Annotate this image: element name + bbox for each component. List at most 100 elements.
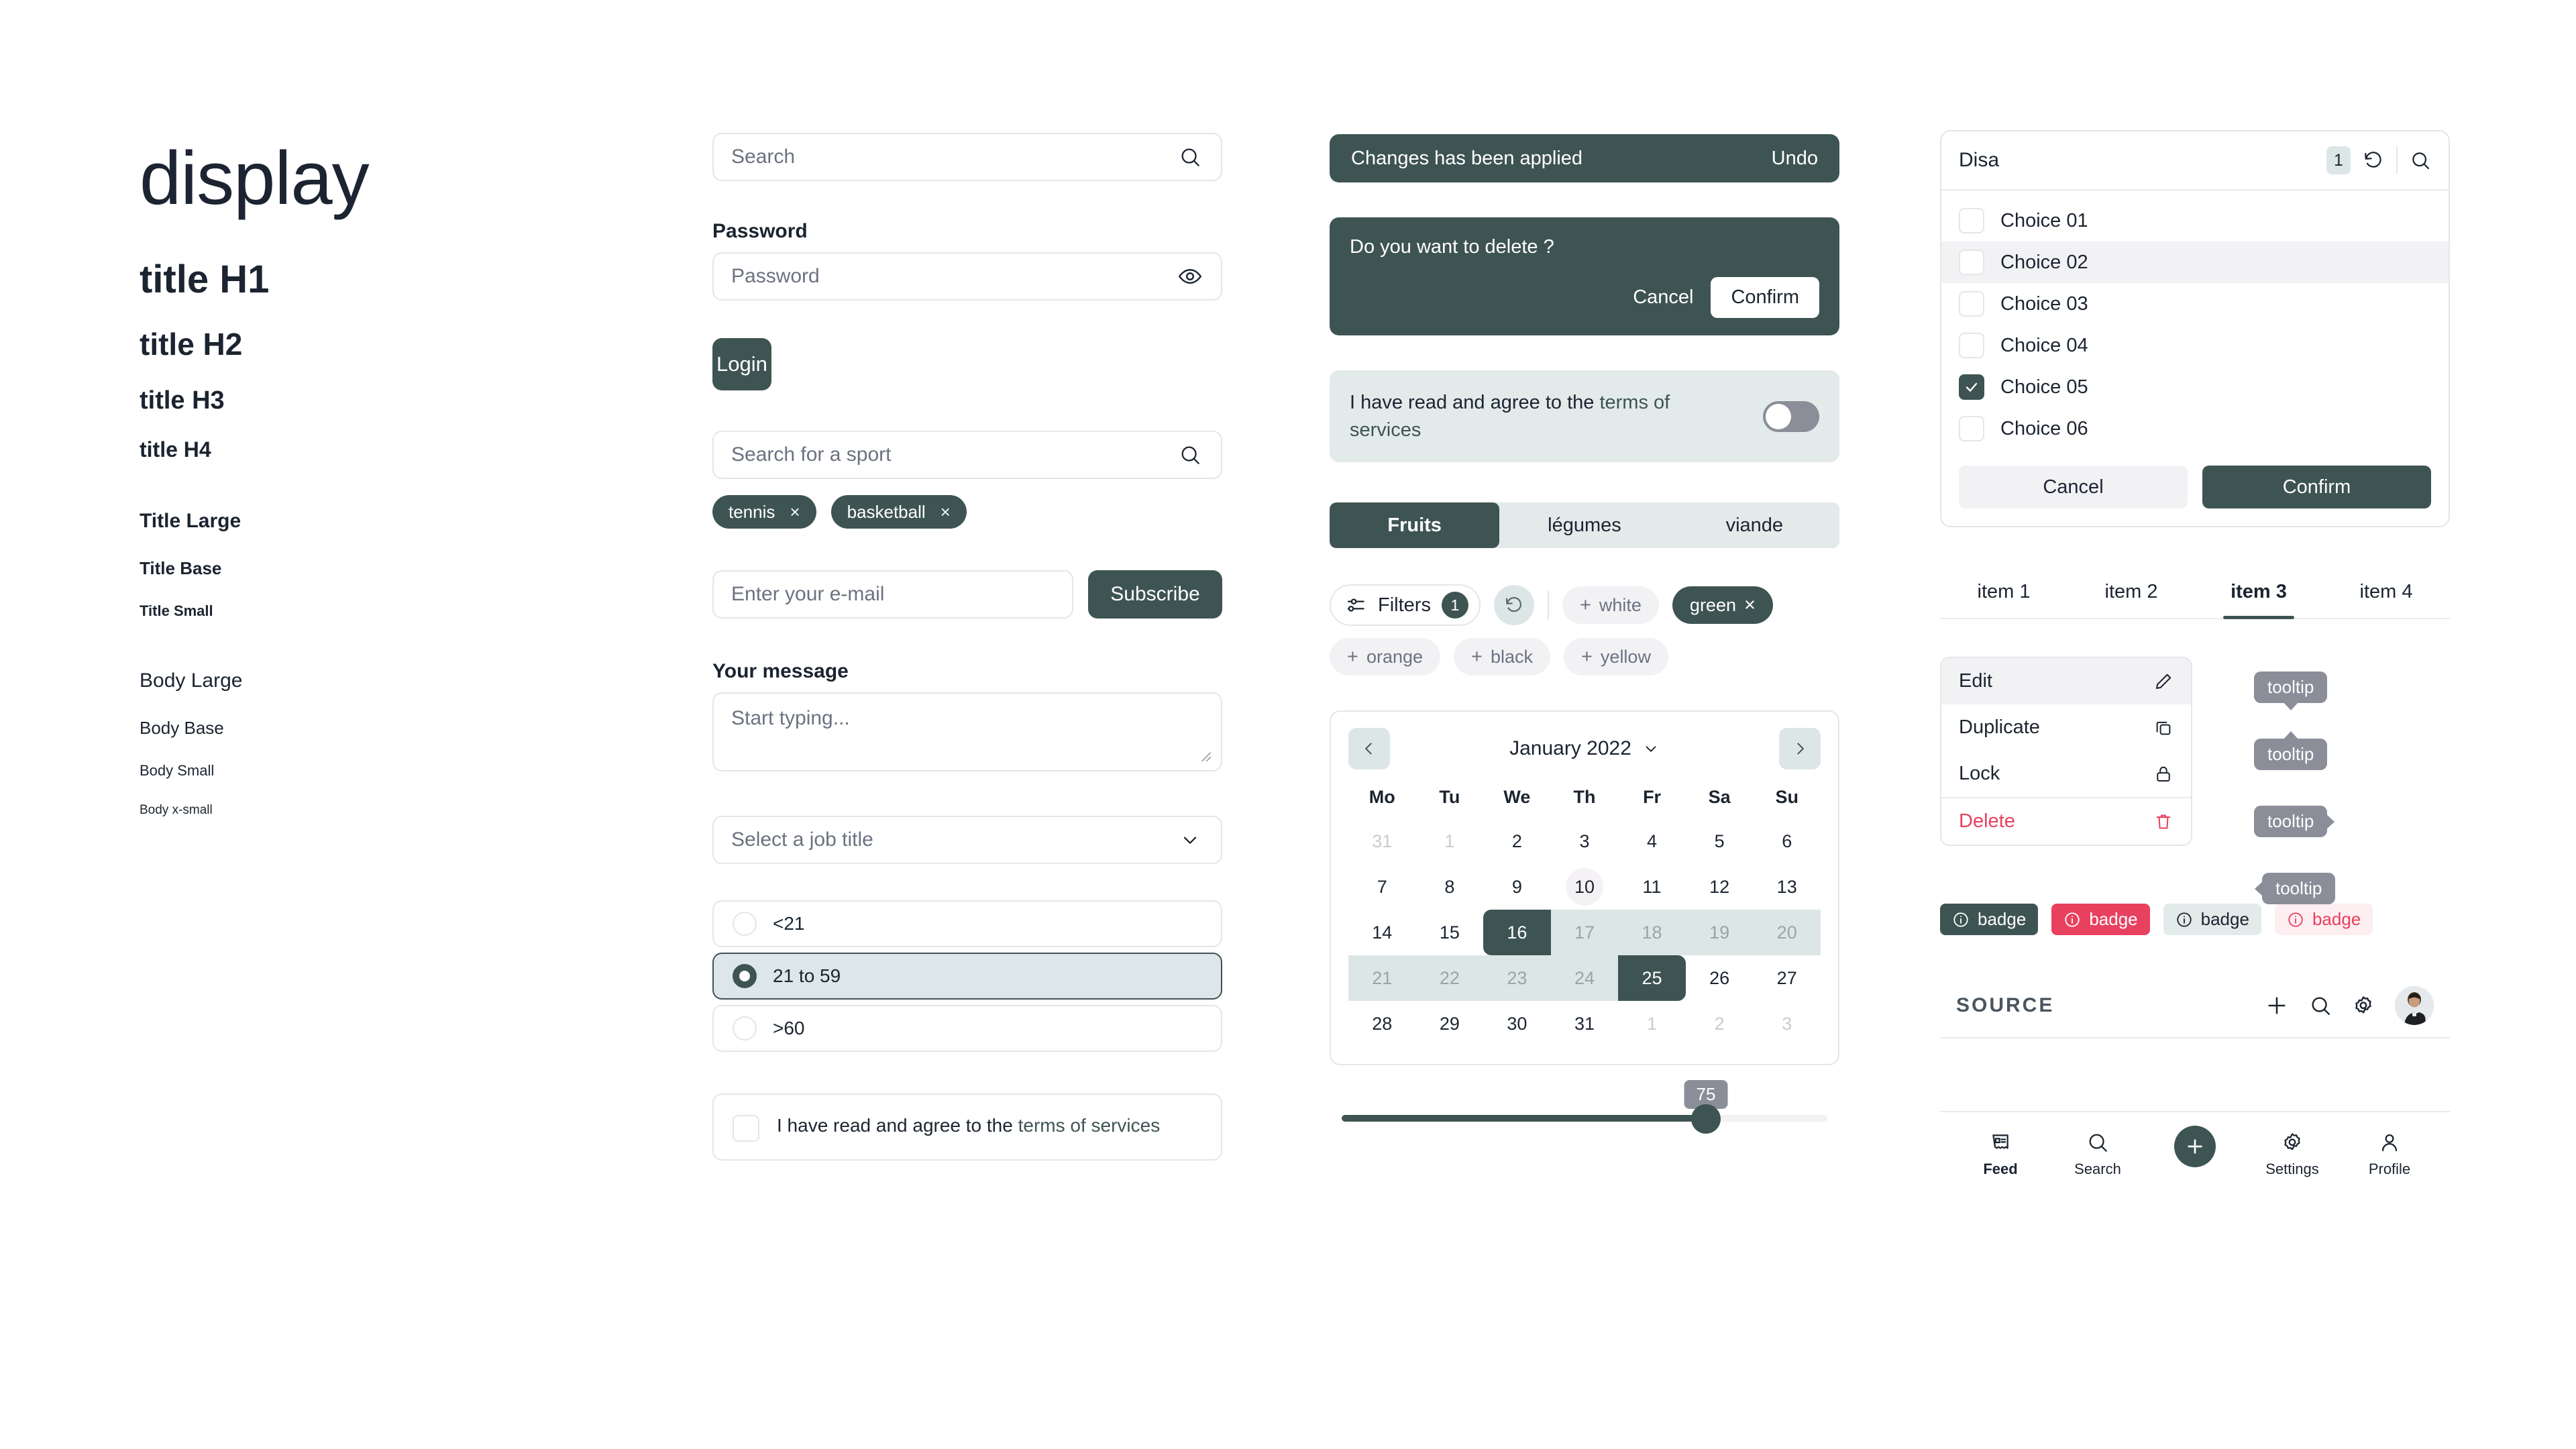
segment-fruits[interactable]: Fruits bbox=[1330, 502, 1500, 549]
calendar-day[interactable]: 25 bbox=[1618, 955, 1686, 1002]
resize-grip-icon[interactable] bbox=[1195, 746, 1213, 763]
slider-handle[interactable] bbox=[1691, 1104, 1721, 1134]
tag-chip[interactable]: tennis × bbox=[712, 495, 816, 529]
choice-row[interactable]: Choice 05 bbox=[1941, 366, 2449, 408]
dialog-confirm-button[interactable]: Confirm bbox=[1711, 277, 1819, 318]
calendar-day[interactable]: 14 bbox=[1348, 910, 1416, 955]
tag-chip[interactable]: basketball × bbox=[830, 495, 967, 529]
menu-item-delete[interactable]: Delete bbox=[1941, 798, 2191, 845]
chip-remove-icon[interactable]: × bbox=[1744, 595, 1756, 615]
calendar-day[interactable]: 26 bbox=[1686, 955, 1754, 1001]
calendar-day[interactable]: 17 bbox=[1550, 910, 1619, 956]
gear-icon[interactable] bbox=[2352, 994, 2375, 1017]
calendar-day[interactable]: 31 bbox=[1551, 1001, 1619, 1046]
calendar-day[interactable]: 20 bbox=[1753, 910, 1821, 956]
calendar-day[interactable]: 30 bbox=[1483, 1001, 1551, 1046]
radio-option-under21[interactable]: <21 bbox=[712, 900, 1222, 947]
plus-icon[interactable] bbox=[2265, 994, 2289, 1018]
choice-row[interactable]: Choice 02 bbox=[1941, 241, 2449, 283]
tab-item-1[interactable]: item 1 bbox=[1940, 581, 2068, 618]
job-title-select[interactable]: Select a job title bbox=[712, 816, 1222, 864]
chip-green[interactable]: green × bbox=[1672, 586, 1773, 625]
checkbox[interactable] bbox=[1959, 250, 1984, 275]
tab-item-4[interactable]: item 4 bbox=[2322, 581, 2450, 618]
bottom-nav-profile[interactable]: Profile bbox=[2349, 1131, 2430, 1178]
calendar-day[interactable]: 18 bbox=[1618, 910, 1686, 956]
slider-track[interactable] bbox=[1342, 1104, 1827, 1134]
reset-filters-button[interactable] bbox=[1493, 585, 1534, 626]
next-month-button[interactable] bbox=[1779, 728, 1821, 770]
panel-confirm-button[interactable]: Confirm bbox=[2202, 466, 2431, 508]
calendar-day[interactable]: 19 bbox=[1685, 910, 1754, 956]
radio-option-over60[interactable]: >60 bbox=[712, 1005, 1222, 1052]
message-textarea[interactable]: Start typing... bbox=[712, 692, 1222, 771]
tab-item-2[interactable]: item 2 bbox=[2068, 581, 2195, 618]
sport-search-input[interactable]: Search for a sport bbox=[712, 431, 1222, 479]
calendar-day[interactable]: 21 bbox=[1348, 955, 1416, 1002]
panel-cancel-button[interactable]: Cancel bbox=[1959, 466, 2188, 508]
terms-toggle-switch[interactable] bbox=[1763, 400, 1819, 432]
range-slider[interactable]: 75 bbox=[1330, 1077, 1839, 1138]
dialog-cancel-button[interactable]: Cancel bbox=[1633, 286, 1693, 309]
chip-black[interactable]: + black bbox=[1454, 638, 1550, 676]
choice-row[interactable]: Choice 06 bbox=[1941, 408, 2449, 449]
filters-button[interactable]: Filters 1 bbox=[1330, 584, 1481, 627]
calendar-day[interactable]: 1 bbox=[1618, 1001, 1686, 1046]
calendar-day[interactable]: 13 bbox=[1753, 864, 1821, 910]
tag-remove-icon[interactable]: × bbox=[941, 503, 951, 521]
search-icon[interactable] bbox=[2410, 150, 2431, 171]
bottom-nav-search[interactable]: Search bbox=[2057, 1131, 2138, 1178]
calendar-day[interactable]: 8 bbox=[1416, 864, 1484, 910]
menu-item-duplicate[interactable]: Duplicate bbox=[1941, 704, 2191, 751]
email-field[interactable]: Enter your e-mail bbox=[712, 570, 1073, 619]
reset-icon[interactable] bbox=[2363, 150, 2384, 171]
bottom-nav-create[interactable] bbox=[2155, 1126, 2235, 1178]
calendar-day[interactable]: 2 bbox=[1483, 818, 1551, 864]
calendar-day[interactable]: 2 bbox=[1686, 1001, 1754, 1046]
terms-checkbox-card[interactable]: I have read and agree to the terms of se… bbox=[712, 1093, 1222, 1161]
calendar-day[interactable]: 1 bbox=[1416, 818, 1484, 864]
tab-item-3[interactable]: item 3 bbox=[2195, 581, 2322, 619]
calendar-day[interactable]: 12 bbox=[1686, 864, 1754, 910]
calendar-day[interactable]: 28 bbox=[1348, 1001, 1416, 1046]
panel-search-value[interactable]: Disa bbox=[1959, 149, 2314, 172]
radio-option-21to59[interactable]: 21 to 59 bbox=[712, 953, 1222, 1000]
calendar-day[interactable]: 22 bbox=[1415, 955, 1484, 1002]
menu-item-edit[interactable]: Edit bbox=[1941, 658, 2191, 704]
segment-viande[interactable]: viande bbox=[1670, 502, 1839, 548]
bottom-nav-feed[interactable]: Feed bbox=[1960, 1131, 2041, 1178]
login-button[interactable]: Login bbox=[712, 338, 771, 390]
password-input[interactable]: Password bbox=[712, 252, 1222, 301]
calendar-day[interactable]: 6 bbox=[1753, 818, 1821, 864]
checkbox[interactable] bbox=[1959, 291, 1984, 317]
eye-icon[interactable] bbox=[1177, 263, 1203, 290]
calendar-day[interactable]: 5 bbox=[1686, 818, 1754, 864]
prev-month-button[interactable] bbox=[1348, 728, 1390, 770]
calendar-day[interactable]: 4 bbox=[1618, 818, 1686, 864]
menu-item-lock[interactable]: Lock bbox=[1941, 751, 2191, 797]
choice-row[interactable]: Choice 04 bbox=[1941, 325, 2449, 366]
segment-legumes[interactable]: légumes bbox=[1499, 502, 1669, 548]
terms-link[interactable]: terms of services bbox=[1018, 1115, 1161, 1136]
plus-fab-icon[interactable] bbox=[2174, 1126, 2216, 1167]
checkbox[interactable] bbox=[1959, 208, 1984, 233]
chip-yellow[interactable]: + yellow bbox=[1563, 638, 1668, 676]
bottom-nav-settings[interactable]: Settings bbox=[2252, 1131, 2332, 1178]
calendar-day[interactable]: 16 bbox=[1483, 910, 1551, 956]
calendar-day[interactable]: 7 bbox=[1348, 864, 1416, 910]
calendar-day[interactable]: 27 bbox=[1753, 955, 1821, 1001]
calendar-day[interactable]: 9 bbox=[1483, 864, 1551, 910]
calendar-day[interactable]: 11 bbox=[1618, 864, 1686, 910]
month-year-selector[interactable]: January 2022 bbox=[1509, 737, 1660, 760]
subscribe-button[interactable]: Subscribe bbox=[1088, 570, 1222, 619]
calendar-day[interactable]: 10 bbox=[1551, 864, 1619, 910]
tag-remove-icon[interactable]: × bbox=[790, 503, 800, 521]
choice-row[interactable]: Choice 01 bbox=[1941, 200, 2449, 241]
calendar-day[interactable]: 29 bbox=[1416, 1001, 1484, 1046]
calendar-day[interactable]: 15 bbox=[1416, 910, 1484, 955]
calendar-day[interactable]: 24 bbox=[1550, 955, 1619, 1002]
checkbox[interactable] bbox=[733, 1115, 759, 1142]
toast-undo-button[interactable]: Undo bbox=[1772, 148, 1818, 170]
calendar-day[interactable]: 31 bbox=[1348, 818, 1416, 864]
calendar-day[interactable]: 3 bbox=[1753, 1001, 1821, 1046]
